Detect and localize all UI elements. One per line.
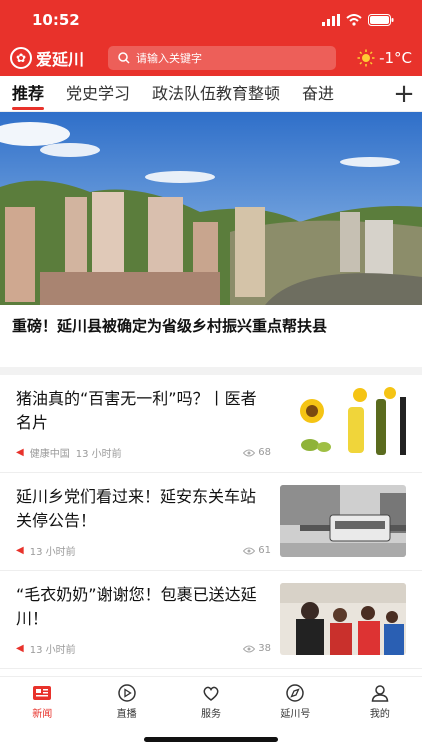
app-header: ✿ 爱延川 请输入关键字 -1°C: [0, 40, 422, 76]
nav-label: 延川号: [280, 709, 311, 720]
battery-icon: [368, 14, 394, 26]
speaker-icon[interactable]: ◀: [16, 643, 24, 654]
news-views-count: 38: [258, 643, 271, 654]
nav-me[interactable]: 我的: [338, 677, 422, 727]
news-thumbnail[interactable]: [280, 485, 406, 557]
news-item[interactable]: 延川乡党们看过来！延安东关车站关停公告！ ◀ 13 小时前 61: [0, 473, 422, 571]
speaker-icon[interactable]: ◀: [16, 545, 24, 556]
weather-widget[interactable]: -1°C: [357, 49, 412, 67]
signal-icon: [322, 14, 340, 26]
nav-live[interactable]: 直播: [84, 677, 168, 727]
logo-icon: ✿: [10, 47, 32, 69]
category-tabs: 推荐 党史学习 政法队伍教育整顿 奋进 +: [0, 76, 422, 112]
status-time: 10:52: [32, 11, 80, 29]
news-source: 健康中国: [29, 449, 70, 460]
eye-icon: [243, 547, 256, 554]
search-icon: [118, 52, 130, 64]
tabs-fade: [346, 76, 386, 111]
tab-party-history[interactable]: 党史学习: [44, 76, 130, 111]
compass-icon: [286, 684, 305, 702]
nav-label: 新闻: [32, 709, 53, 720]
section-divider: [0, 367, 422, 375]
nav-label: 我的: [369, 709, 390, 720]
news-views: 38: [243, 643, 271, 654]
news-item[interactable]: 猪油真的“百害无一利”吗？丨医者名片 ◀ 健康中国 13 小时前 68: [0, 375, 422, 473]
nav-service[interactable]: 服务: [169, 677, 253, 727]
news-meta: ◀ 13 小时前 61: [16, 543, 271, 558]
wifi-icon: [346, 14, 362, 26]
status-bar: 10:52: [0, 0, 422, 40]
nav-news[interactable]: 新闻: [0, 677, 84, 727]
service-icon: [203, 686, 219, 701]
system-icons: [322, 14, 394, 26]
news-views-count: 61: [258, 545, 271, 556]
news-title: 猪油真的“百害无一利”吗？丨医者名片: [16, 389, 257, 432]
nav-yanchuan-hao[interactable]: 延川号: [253, 677, 337, 727]
news-icon: [33, 686, 52, 700]
home-indicator[interactable]: [144, 737, 278, 742]
news-meta: ◀ 健康中国 13 小时前 68: [16, 445, 271, 460]
weather-temp: -1°C: [379, 49, 412, 67]
tab-recommend[interactable]: 推荐: [0, 76, 45, 111]
app-logo[interactable]: ✿ 爱延川: [10, 46, 108, 70]
tab-law-education[interactable]: 政法队伍教育整顿: [130, 76, 280, 111]
tab-forward[interactable]: 奋进: [280, 76, 334, 111]
news-title: “毛衣奶奶”谢谢您！包裹已送达延川！: [16, 585, 257, 628]
news-views: 68: [243, 447, 271, 458]
news-thumbnail[interactable]: [280, 583, 406, 655]
news-item[interactable]: “毛衣奶奶”谢谢您！包裹已送达延川！ ◀ 13 小时前 38: [0, 571, 422, 669]
news-meta: ◀ 13 小时前 38: [16, 641, 271, 656]
news-time: 13 小时前: [75, 449, 122, 460]
search-placeholder: 请输入关键字: [136, 52, 202, 65]
logo-text: 爱延川: [36, 50, 85, 69]
news-views: 61: [243, 545, 271, 556]
search-input[interactable]: 请输入关键字: [108, 46, 336, 70]
eye-icon: [243, 645, 256, 652]
play-icon: [117, 684, 136, 702]
sun-icon: [357, 49, 375, 67]
news-title: 延川乡党们看过来！延安东关车站关停公告！: [16, 487, 257, 530]
bottom-nav: 新闻 直播 服务 延川号 我的: [0, 676, 422, 750]
news-thumbnail[interactable]: [280, 387, 406, 459]
news-time: 13 小时前: [29, 645, 76, 656]
nav-label: 服务: [201, 709, 222, 720]
hero-image[interactable]: [0, 112, 422, 305]
speaker-icon[interactable]: ◀: [16, 447, 24, 458]
news-time: 13 小时前: [29, 547, 76, 558]
news-views-count: 68: [258, 447, 271, 458]
user-icon: [371, 685, 389, 702]
hero-title[interactable]: 重磅！延川县被确定为省级乡村振兴重点帮扶县: [0, 305, 422, 367]
add-tab-button[interactable]: +: [386, 76, 422, 111]
nav-label: 直播: [116, 709, 137, 720]
eye-icon: [243, 449, 256, 456]
